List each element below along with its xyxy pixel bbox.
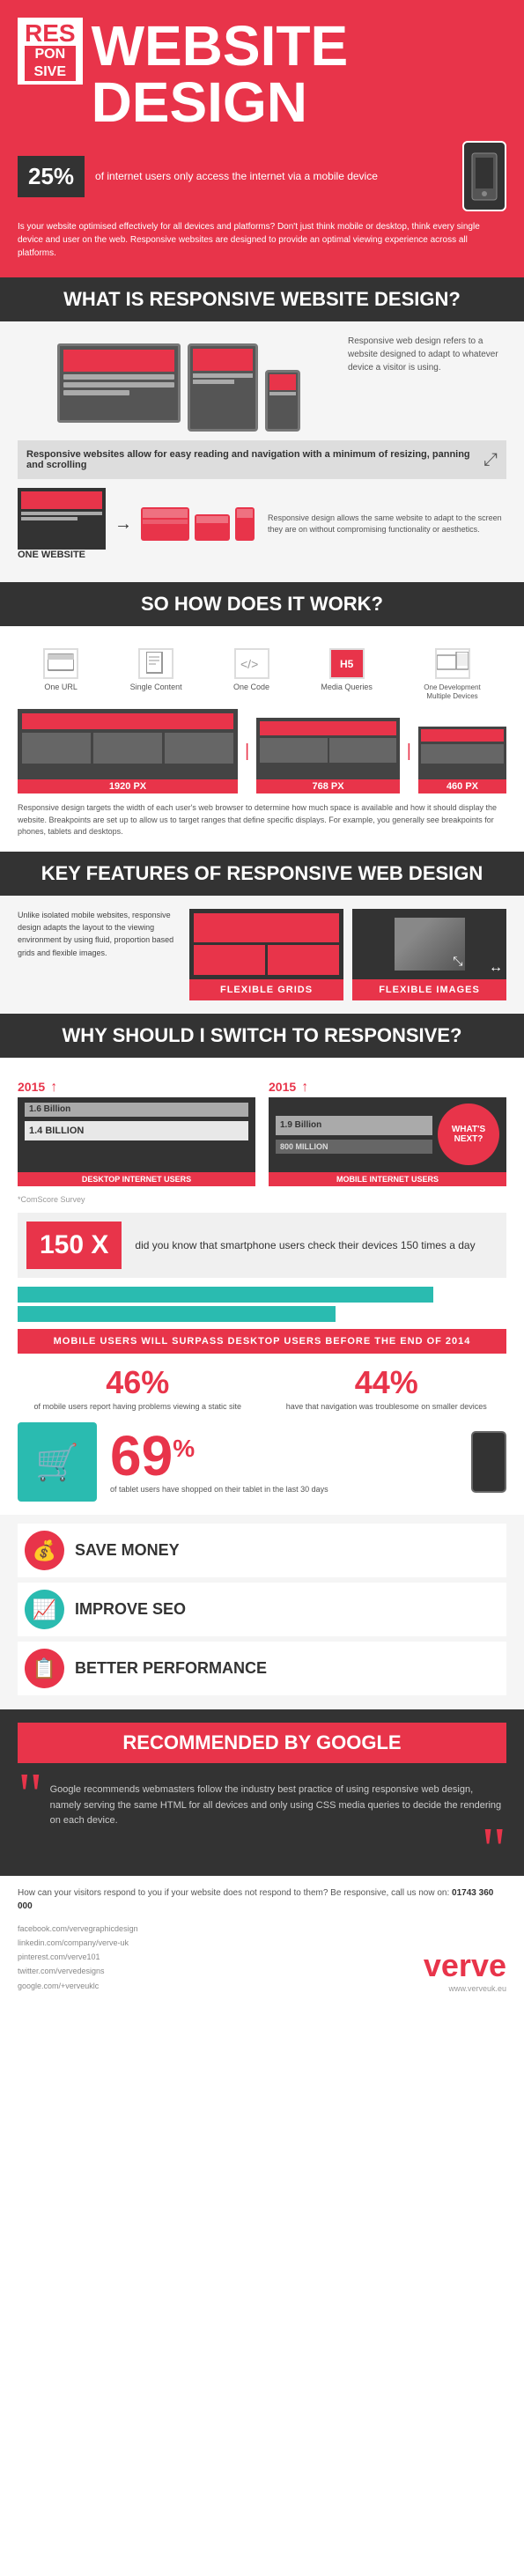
quote-close-icon: " — [18, 1838, 506, 1863]
icon-media-queries: H5 Media Queries — [321, 648, 373, 700]
devices-icon — [435, 648, 470, 679]
verve-logo: verve — [424, 1947, 506, 1984]
better-performance-icon: 📋 — [25, 1649, 64, 1688]
footer-links: facebook.com/vervegraphicdesign linkedin… — [18, 1922, 138, 1993]
doc-icon — [138, 648, 173, 679]
desktop-2014-bar: 1.4 BILLION — [25, 1121, 248, 1140]
resize-arrows-icon: ⤢ — [483, 450, 498, 470]
mobile-2015-bar: 1.9 Billion — [276, 1116, 432, 1135]
bp-768-label: 768 PX — [256, 779, 400, 793]
one-website-label: ONE WEBSITE — [18, 550, 106, 560]
save-money-label: SAVE MONEY — [75, 1541, 180, 1560]
url-icon — [43, 648, 78, 679]
pct-46: 46% of mobile users report having proble… — [18, 1364, 258, 1413]
how-works-desc: Responsive design targets the width of e… — [18, 802, 506, 838]
how-works-section: One URL Single Content </> One Code — [0, 626, 524, 852]
pct-44-desc: have that navigation was troublesome on … — [267, 1401, 507, 1413]
benefits-section: 💰 SAVE MONEY 📈 IMPROVE SEO 📋 BETTER PERF… — [0, 1515, 524, 1709]
mobile-stats: 2015 ↑ 1.9 Billion 800 MILLION WHAT'S NE… — [269, 1080, 506, 1186]
flexible-images-feature: ⤡ ↔ FLEXIBLE IMAGES — [352, 909, 506, 1000]
flexible-grids-feature: FLEXIBLE GRIDS — [189, 909, 343, 1000]
pct-69-pct: % — [173, 1435, 195, 1463]
times-desc: did you know that smartphone users check… — [135, 1237, 498, 1253]
pon-text: PON — [25, 46, 76, 63]
why-switch-section: 2015 ↑ 1.6 Billion 1.4 BILLION DESKTOP I… — [0, 1058, 524, 1516]
footer-section: How can your visitors respond to you if … — [0, 1876, 524, 2004]
desktop-stats: 2015 ↑ 1.6 Billion 1.4 BILLION DESKTOP I… — [18, 1080, 255, 1186]
percent-badge: 25% — [18, 156, 85, 197]
shopping-cart-icon: 🛒 — [18, 1422, 97, 1502]
key-features-header: KEY FEATURES OF RESPONSIVE WEB DESIGN — [0, 852, 524, 896]
pct-46-num: 46% — [18, 1364, 258, 1401]
icon-one-code: </> One Code — [233, 648, 269, 700]
res-box: RES PON SIVE — [18, 18, 83, 85]
what-is-desc: Responsive web design refers to a websit… — [348, 335, 506, 432]
why-switch-header: WHY SHOULD I SWITCH TO RESPONSIVE? — [0, 1014, 524, 1058]
title-line1: WEBSITE — [92, 18, 349, 74]
recommended-header: RECOMMENDED BY GOOGLE — [18, 1723, 506, 1763]
call-text: How can your visitors respond to you if … — [18, 1886, 506, 1913]
one-website-desc: Responsive design allows the same websit… — [268, 513, 506, 535]
features-desc: Unlike isolated mobile websites, respons… — [18, 909, 176, 960]
hero-section: RES PON SIVE WEBSITE DESIGN 25% of inter… — [0, 0, 524, 277]
what-is-header: WHAT IS RESPONSIVE WEBSITE DESIGN? — [0, 277, 524, 321]
quote-text: Google recommends webmasters follow the … — [50, 1783, 506, 1829]
title-line2: DESIGN — [92, 74, 349, 130]
flexible-grids-label: FLEXIBLE GRIDS — [195, 985, 338, 995]
up-arrow-desktop-icon: ↑ — [50, 1080, 57, 1095]
mobile-year: 2015 ↑ — [269, 1080, 506, 1096]
res-text: RES — [25, 21, 76, 46]
mobile-2014-bar: 800 MILLION — [276, 1140, 432, 1154]
progress-bars — [18, 1287, 506, 1322]
phone-visual — [471, 1431, 506, 1493]
what-is-section: Responsive web design refers to a websit… — [0, 321, 524, 582]
how-works-header: SO HOW DOES IT WORK? — [0, 582, 524, 626]
desktop-2015-bar: 1.6 Billion — [25, 1103, 248, 1117]
key-features-section: Unlike isolated mobile websites, respons… — [0, 896, 524, 1014]
footnote: *ComScore Survey — [18, 1195, 506, 1204]
pct-44-num: 44% — [267, 1364, 507, 1401]
save-money-icon: 💰 — [25, 1531, 64, 1570]
progress-bar-1 — [18, 1287, 433, 1303]
improve-seo-icon: 📈 — [25, 1590, 64, 1629]
html5-icon: H5 — [329, 648, 365, 679]
mobile-label: MOBILE INTERNET USERS — [269, 1172, 506, 1186]
pct-69-desc: of tablet users have shopped on their ta… — [110, 1484, 328, 1496]
icon-devices: One DevelopmentMultiple Devices — [424, 648, 480, 700]
up-arrow-mobile-icon: ↑ — [301, 1080, 308, 1095]
desktop-label: DESKTOP INTERNET USERS — [18, 1172, 255, 1186]
times-badge: 150 X — [26, 1222, 122, 1269]
bp-460-label: 460 PX — [418, 779, 506, 793]
desktop-year: 2015 ↑ — [18, 1080, 255, 1096]
hero-description: Is your website optimised effectively fo… — [18, 220, 506, 260]
icon-url: One URL — [43, 648, 78, 700]
whats-next-badge: WHAT'S NEXT? — [438, 1103, 499, 1165]
benefit-save-money: 💰 SAVE MONEY — [18, 1524, 506, 1577]
mobile-device-icon — [462, 141, 506, 211]
pct-69-num: 69 — [110, 1428, 173, 1484]
flexible-images-label: FLEXIBLE IMAGES — [358, 985, 501, 995]
resize-text: Responsive websites allow for easy readi… — [26, 449, 475, 470]
code-icon: </> — [234, 648, 269, 679]
progress-bar-2 — [18, 1306, 336, 1322]
arrow-right-icon: → — [114, 514, 132, 535]
surpass-bar: MOBILE USERS WILL SURPASS DESKTOP USERS … — [18, 1329, 506, 1354]
better-performance-label: BETTER PERFORMANCE — [75, 1659, 267, 1678]
one-dev-label: One DevelopmentMultiple Devices — [424, 683, 480, 700]
verve-url: www.verveuk.eu — [424, 1984, 506, 1993]
pct-46-desc: of mobile users report having problems v… — [18, 1401, 258, 1413]
icon-single-content: Single Content — [130, 648, 182, 700]
improve-seo-label: IMPROVE SEO — [75, 1600, 186, 1619]
svg-text:</>: </> — [240, 657, 258, 671]
pct-44: 44% have that navigation was troublesome… — [267, 1364, 507, 1413]
benefit-better-performance: 📋 BETTER PERFORMANCE — [18, 1642, 506, 1695]
mobile-year-text: 2015 — [269, 1080, 296, 1094]
bp-1920-label: 1920 PX — [18, 779, 238, 793]
sive-text: SIVE — [25, 63, 76, 81]
desktop-year-text: 2015 — [18, 1080, 45, 1094]
benefit-improve-seo: 📈 IMPROVE SEO — [18, 1583, 506, 1636]
recommended-section: RECOMMENDED BY GOOGLE " Google recommend… — [0, 1709, 524, 1876]
hero-percent-desc: of internet users only access the intern… — [95, 169, 452, 184]
quote-open-icon: " — [18, 1774, 43, 1817]
